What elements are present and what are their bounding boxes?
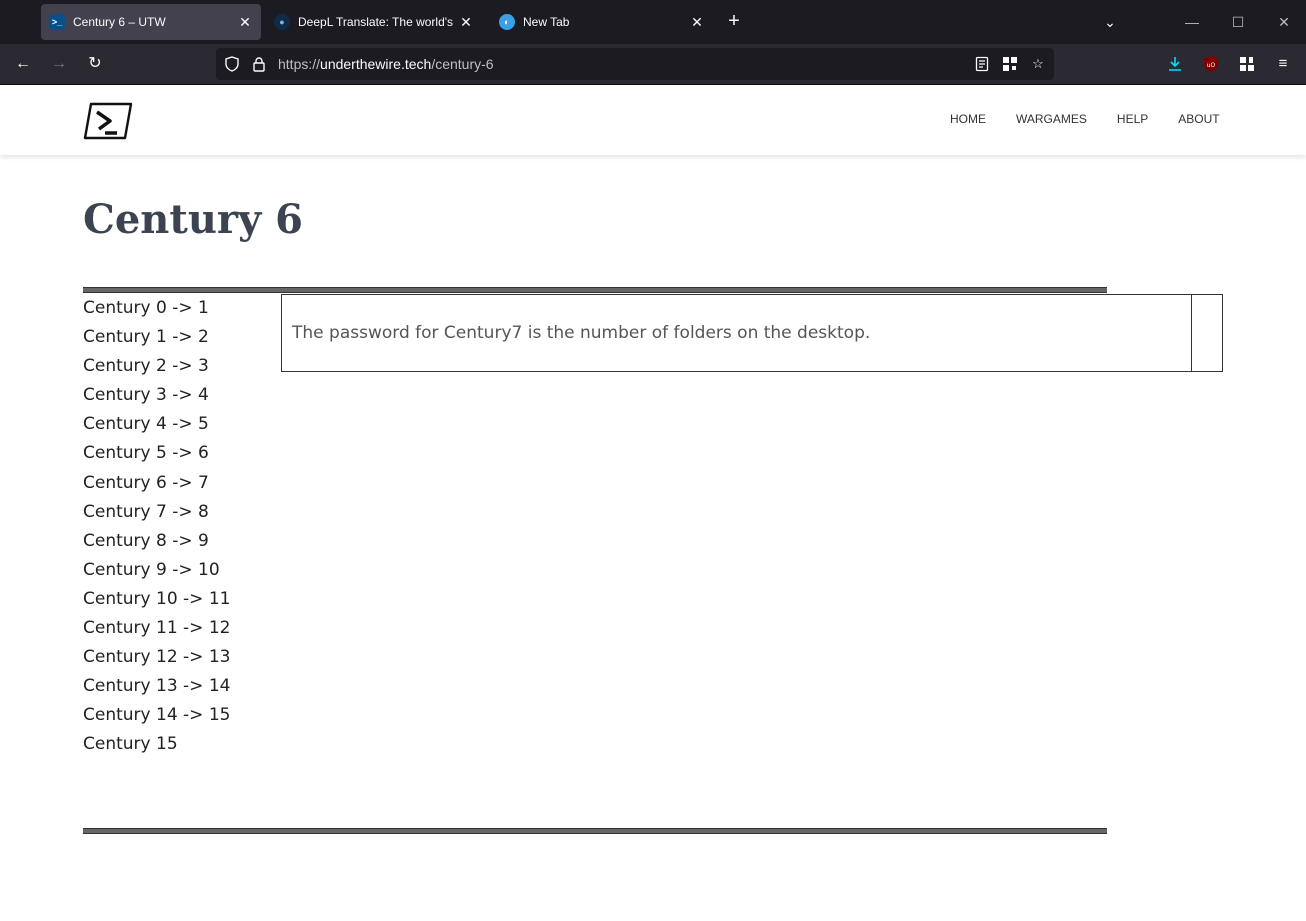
nav-about[interactable]: ABOUT — [1178, 112, 1219, 126]
top-divider — [83, 287, 1107, 293]
level-link[interactable]: Century 8 -> 9 — [83, 530, 230, 559]
level-link[interactable]: Century 6 -> 7 — [83, 472, 230, 501]
level-link-text[interactable]: Century 7 -> 8 — [83, 502, 209, 522]
address-bar[interactable]: https://underthewire.tech/century-6 ☆ — [216, 48, 1054, 80]
tab-title: DeepL Translate: The world's mo — [298, 15, 454, 29]
site-header: HOME WARGAMES HELP ABOUT — [0, 85, 1306, 155]
reader-view-icon[interactable] — [972, 54, 992, 74]
level-link[interactable]: Century 5 -> 6 — [83, 442, 230, 471]
level-link-text[interactable]: Century 4 -> 5 — [83, 414, 209, 434]
level-description-table: The password for Century7 is the number … — [281, 294, 1223, 372]
deepl-icon: ● — [274, 14, 290, 30]
list-all-tabs-chevron-down-icon[interactable]: ⌄ — [1098, 10, 1122, 34]
level-link[interactable]: Century 4 -> 5 — [83, 413, 230, 442]
reload-icon[interactable]: ↻ — [83, 52, 107, 76]
level-link[interactable]: Century 9 -> 10 — [83, 559, 230, 588]
level-link[interactable]: Century 10 -> 11 — [83, 588, 230, 617]
nav-home[interactable]: HOME — [950, 112, 986, 126]
level-link[interactable]: Century 7 -> 8 — [83, 501, 230, 530]
close-tab-icon[interactable]: ✕ — [454, 10, 478, 34]
level-link-text[interactable]: Century 5 -> 6 — [83, 443, 209, 463]
url-path: /century-6 — [431, 56, 494, 72]
level-link[interactable]: Century 12 -> 13 — [83, 646, 230, 675]
nav-wargames[interactable]: WARGAMES — [1016, 112, 1087, 126]
level-link-text[interactable]: Century 0 -> 1 — [83, 298, 209, 318]
minimize-icon[interactable]: — — [1180, 10, 1204, 34]
svg-text:uO: uO — [1207, 62, 1216, 69]
bookmark-star-icon[interactable]: ☆ — [1028, 54, 1048, 74]
level-link-text[interactable]: Century 8 -> 9 — [83, 531, 209, 551]
qr-code-icon[interactable] — [1000, 54, 1020, 74]
maximize-icon[interactable]: ☐ — [1226, 10, 1250, 34]
lock-icon[interactable] — [249, 54, 269, 74]
forward-arrow-icon[interactable]: → — [47, 52, 71, 76]
url-text[interactable]: https://underthewire.tech/century-6 — [278, 56, 494, 72]
tab-bar: >_ Century 6 – UTW ✕ ● DeepL Translate: … — [0, 0, 1306, 44]
hamburger-menu-icon[interactable]: ≡ — [1271, 52, 1295, 76]
extensions-icon[interactable] — [1235, 52, 1259, 76]
level-link[interactable]: Century 13 -> 14 — [83, 675, 230, 704]
url-host: underthewire.tech — [320, 56, 432, 72]
powershell-icon: >_ — [49, 14, 65, 30]
level-link-text[interactable]: Century 10 -> 11 — [83, 589, 230, 609]
level-link-text[interactable]: Century 15 — [83, 734, 178, 754]
back-arrow-icon[interactable]: ← — [11, 52, 35, 76]
shield-icon[interactable] — [222, 54, 242, 74]
level-link-text[interactable]: Century 14 -> 15 — [83, 705, 230, 725]
navigation-toolbar: ← → ↻ https://underthewire.tech/century-… — [0, 44, 1306, 85]
level-link[interactable]: Century 3 -> 4 — [83, 384, 230, 413]
level-link-text[interactable]: Century 6 -> 7 — [83, 473, 209, 493]
level-link[interactable]: Century 15 — [83, 733, 230, 762]
level-link-text[interactable]: Century 3 -> 4 — [83, 385, 209, 405]
site-nav: HOME WARGAMES HELP ABOUT — [920, 112, 1220, 126]
level-link-text[interactable]: Century 11 -> 12 — [83, 618, 230, 638]
window-close-icon[interactable]: ✕ — [1272, 10, 1296, 34]
tab-century-6[interactable]: >_ Century 6 – UTW ✕ — [41, 4, 261, 40]
level-link[interactable]: Century 11 -> 12 — [83, 617, 230, 646]
level-link-text[interactable]: Century 1 -> 2 — [83, 327, 209, 347]
empty-cell — [1192, 295, 1222, 371]
level-link-text[interactable]: Century 9 -> 10 — [83, 560, 220, 580]
level-description: The password for Century7 is the number … — [282, 295, 1192, 371]
tab-deepl[interactable]: ● DeepL Translate: The world's mo ✕ — [266, 4, 482, 40]
close-tab-icon[interactable]: ✕ — [685, 10, 709, 34]
tab-title: New Tab — [523, 15, 570, 29]
firefox-icon: ◐ — [499, 14, 515, 30]
level-link-text[interactable]: Century 12 -> 13 — [83, 647, 230, 667]
powershell-logo[interactable] — [83, 102, 133, 140]
level-link-text[interactable]: Century 2 -> 3 — [83, 356, 209, 376]
close-tab-icon[interactable]: ✕ — [233, 10, 257, 34]
level-link-text[interactable]: Century 13 -> 14 — [83, 676, 230, 696]
level-link[interactable]: Century 1 -> 2 — [83, 326, 230, 355]
ublock-origin-icon[interactable]: uO — [1199, 52, 1223, 76]
level-list: Century 0 -> 1 Century 1 -> 2 Century 2 … — [83, 297, 230, 763]
downloads-icon[interactable] — [1163, 52, 1187, 76]
nav-help[interactable]: HELP — [1117, 112, 1148, 126]
level-link[interactable]: Century 2 -> 3 — [83, 355, 230, 384]
bottom-divider — [83, 828, 1107, 834]
url-scheme: https:// — [278, 56, 321, 72]
level-link[interactable]: Century 14 -> 15 — [83, 704, 230, 733]
new-tab-button[interactable]: + — [722, 10, 746, 34]
page-title: Century 6 — [83, 196, 303, 243]
level-link[interactable]: Century 0 -> 1 — [83, 297, 230, 326]
tab-title: Century 6 – UTW — [73, 15, 166, 29]
tab-new-tab[interactable]: ◐ New Tab ✕ — [491, 4, 713, 40]
